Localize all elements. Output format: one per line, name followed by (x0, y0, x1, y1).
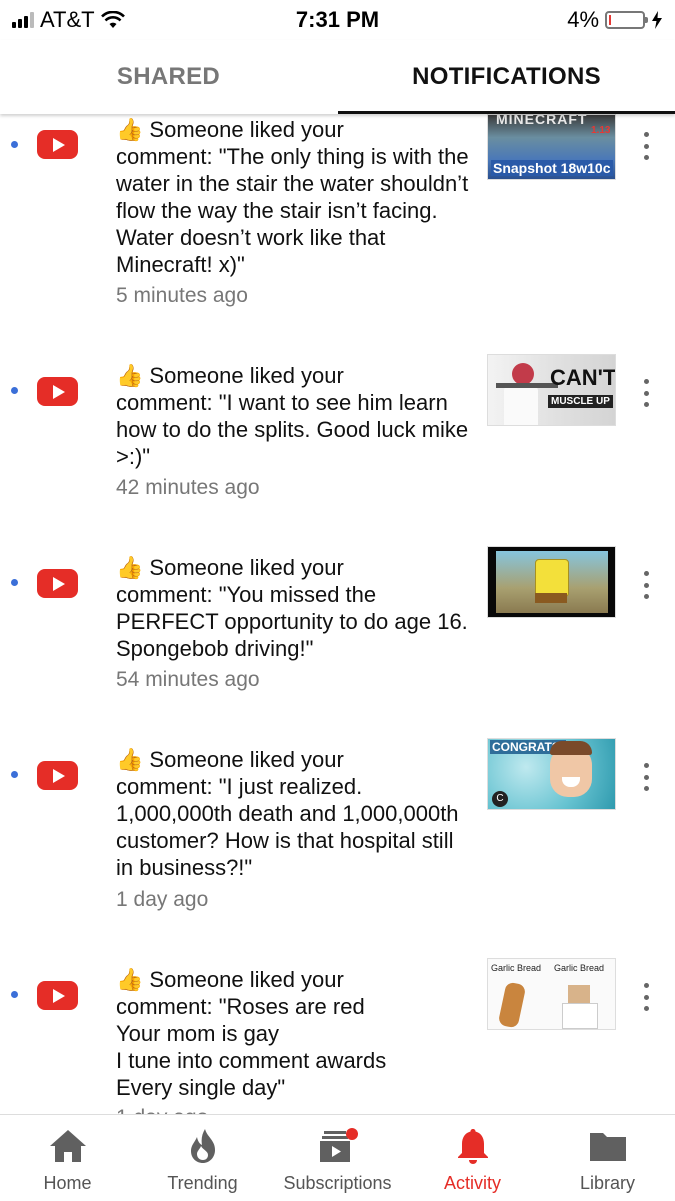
flame-icon (190, 1129, 215, 1163)
notification-text: 👍 Someone liked your comment: "The only t… (116, 116, 471, 278)
more-options-icon[interactable] (641, 379, 651, 407)
notification-item[interactable]: 👍 Someone liked your comment: "I just rea… (0, 738, 675, 948)
thumbs-up-icon: 👍 (116, 967, 144, 992)
thumbs-up-icon: 👍 (116, 555, 144, 580)
notification-item[interactable]: 👍 Someone liked your comment: "You missed… (0, 546, 675, 726)
subscriptions-icon (319, 1128, 358, 1162)
nav-home[interactable]: Home (0, 1115, 135, 1201)
notification-comment: comment: "I want to see him learn how to… (116, 390, 469, 469)
unread-dot (11, 579, 18, 586)
thumbs-up-icon: 👍 (116, 117, 144, 142)
notification-time: 1 day ago (116, 1106, 208, 1114)
thumbnail-caption-right: Garlic Bread (554, 963, 605, 973)
unread-dot (11, 141, 18, 148)
channel-logo-icon: C (492, 791, 508, 807)
youtube-icon (37, 130, 78, 159)
charging-icon (652, 11, 662, 29)
thumbnail-character (535, 559, 569, 597)
video-thumbnail[interactable]: CAN'T MUSCLE UP (487, 354, 616, 426)
thumbnail-head (568, 985, 590, 1003)
notification-time: 54 minutes ago (116, 668, 260, 691)
thumbnail-caption: Snapshot 18w10c (491, 160, 613, 176)
video-thumbnail[interactable] (487, 546, 616, 618)
notification-heading: Someone liked your (149, 117, 344, 142)
notification-text: 👍 Someone liked your comment: "I just rea… (116, 746, 471, 881)
battery-percent: 4% (567, 7, 599, 32)
thumbnail-caption: CAN'T (550, 365, 616, 390)
unread-dot (11, 387, 18, 394)
notification-list[interactable]: 👍 Someone liked your comment: "The only t… (0, 114, 675, 1114)
battery-icon (605, 11, 648, 29)
status-bar: AT&T 7:31 PM 4% (0, 0, 675, 40)
nav-label: Trending (167, 1173, 238, 1193)
notification-text: 👍 Someone liked your comment: "I want to … (116, 362, 471, 470)
unread-dot (11, 771, 18, 778)
thumbnail-person (512, 363, 534, 385)
nav-label: Activity (443, 1173, 501, 1193)
thumbnail-title: MINECRAFT (496, 114, 588, 127)
notification-heading: Someone liked your (149, 555, 344, 580)
nav-activity[interactable]: Activity (405, 1115, 540, 1201)
notification-comment: comment: "Roses are red Your mom is gay … (116, 994, 387, 1100)
notification-heading: Someone liked your (149, 747, 344, 772)
folder-icon (589, 1133, 626, 1161)
youtube-icon (37, 569, 78, 598)
youtube-icon (37, 761, 78, 790)
notification-heading: Someone liked your (149, 967, 344, 992)
notification-text: 👍 Someone liked your comment: "Roses are … (116, 966, 471, 1101)
more-options-icon[interactable] (641, 763, 651, 791)
nav-library[interactable]: Library (540, 1115, 675, 1201)
notification-item[interactable]: 👍 Someone liked your comment: "Roses are … (0, 958, 675, 1114)
notification-comment: comment: "I just realized. 1,000,000th d… (116, 774, 459, 880)
more-options-icon[interactable] (641, 983, 651, 1011)
notification-comment: comment: "You missed the PERFECT opportu… (116, 582, 468, 661)
bell-icon (457, 1129, 488, 1164)
youtube-icon (37, 377, 78, 406)
thumbnail-body (562, 1003, 598, 1029)
tab-shared[interactable]: SHARED (0, 40, 337, 114)
unread-dot (11, 991, 18, 998)
active-tab-indicator (338, 111, 675, 114)
nav-trending[interactable]: Trending (135, 1115, 270, 1201)
notification-comment: comment: "The only thing is with the wat… (116, 144, 469, 277)
thumbnail-hair (550, 741, 592, 755)
activity-tabs: SHARED NOTIFICATIONS (0, 40, 675, 114)
notification-time: 5 minutes ago (116, 284, 248, 307)
thumbnail-version: 1.13 (591, 125, 611, 136)
video-thumbnail[interactable]: MINECRAFT 1.13 Snapshot 18w10c (487, 114, 616, 180)
notification-item[interactable]: 👍 Someone liked your comment: "I want to … (0, 354, 675, 534)
notification-text: 👍 Someone liked your comment: "You missed… (116, 554, 471, 662)
nav-label: Home (43, 1173, 92, 1193)
youtube-icon (37, 981, 78, 1010)
video-thumbnail[interactable]: CONGRATS! C (487, 738, 616, 810)
nav-label: Subscriptions (283, 1173, 392, 1193)
notification-time: 1 day ago (116, 888, 209, 911)
nav-subscriptions[interactable]: Subscriptions (270, 1115, 405, 1201)
thumbnail-shirt (504, 385, 538, 425)
thumbnail-bread (497, 981, 527, 1029)
more-options-icon[interactable] (641, 571, 651, 599)
notification-time: 42 minutes ago (116, 476, 260, 499)
thumbs-up-icon: 👍 (116, 747, 144, 772)
thumbnail-bar (496, 383, 558, 388)
thumbnail-subcaption: MUSCLE UP (548, 395, 613, 408)
video-thumbnail[interactable]: Garlic Bread Garlic Bread (487, 958, 616, 1030)
notification-item[interactable]: 👍 Someone liked your comment: "The only t… (0, 114, 675, 344)
status-right: 4% (567, 7, 663, 33)
more-options-icon[interactable] (641, 132, 651, 160)
thumbs-up-icon: 👍 (116, 363, 144, 388)
bottom-navigation: Home Trending Subscriptions Activity Lib… (0, 1114, 675, 1200)
thumbnail-caption-left: Garlic Bread (491, 963, 542, 973)
notification-heading: Someone liked your (149, 363, 344, 388)
nav-label: Library (579, 1173, 636, 1193)
tab-notifications[interactable]: NOTIFICATIONS (338, 40, 675, 114)
home-icon (49, 1130, 86, 1162)
thumbnail-pants (535, 593, 567, 603)
